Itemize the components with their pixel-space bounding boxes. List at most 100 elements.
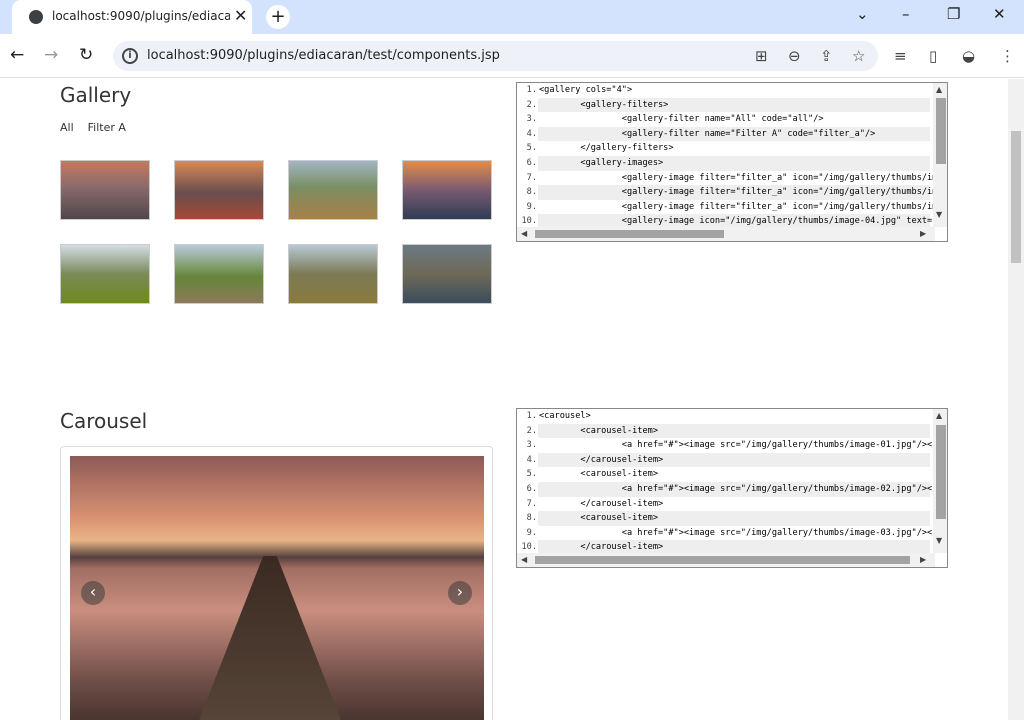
gallery-thumbnail[interactable] (402, 244, 492, 304)
back-icon[interactable]: ← (10, 45, 24, 65)
scroll-down-icon[interactable]: ▼ (936, 536, 942, 545)
scroll-up-icon[interactable]: ▲ (936, 411, 942, 420)
gallery-thumbnail[interactable] (174, 160, 264, 220)
scroll-left-icon[interactable]: ◀ (521, 229, 527, 238)
line-number: 5. (526, 469, 537, 480)
code-line: 4. <gallery-filter name="Filter A" code=… (517, 126, 935, 142)
code-line: 8. <carousel-item> (517, 511, 935, 526)
page-content: Gallery All Filter A 1. <gallery cols="4">… (0, 79, 1008, 720)
code-text: <gallery-image filter="filter_a" icon="/… (538, 185, 935, 200)
translate-icon[interactable]: ⊞ (755, 47, 768, 65)
vertical-scrollbar[interactable]: ▲ ▼ (933, 83, 947, 227)
globe-icon (29, 10, 43, 24)
profile-avatar[interactable]: ◒ (962, 47, 975, 65)
scrollbar-thumb[interactable] (936, 425, 946, 519)
code-text: <gallery cols="4"> (539, 85, 633, 95)
code-line: 2. <gallery-filters> (517, 97, 935, 113)
code-line: 7. </carousel-item> (517, 497, 935, 512)
line-number: 10. (521, 542, 537, 553)
carousel-next-button[interactable]: › (448, 581, 472, 605)
restore-icon[interactable]: ❐ (947, 5, 960, 23)
code-line: 1. <gallery cols="4"> (517, 83, 935, 98)
code-text: </carousel-item> (538, 540, 930, 553)
scroll-left-icon[interactable]: ◀ (521, 555, 527, 564)
browser-tab[interactable]: localhost:9090/plugins/ediacaran ✕ (12, 0, 252, 34)
reload-icon[interactable]: ↻ (79, 45, 93, 65)
url-text: localhost:9090/plugins/ediacaran/test/co… (147, 48, 500, 63)
pier-image (185, 556, 355, 720)
filter-a[interactable]: Filter A (88, 121, 126, 134)
code-text: <carousel-item> (539, 469, 658, 480)
gallery-thumbnail[interactable] (174, 244, 264, 304)
forward-icon[interactable]: → (44, 45, 58, 65)
gallery-thumbnail[interactable] (60, 160, 150, 220)
carousel: ‹ › (60, 446, 493, 720)
code-text: <a href="#"><image src="/img/gallery/thu… (539, 440, 935, 451)
gallery-thumbnail[interactable] (402, 160, 492, 220)
scroll-right-icon[interactable]: ▶ (920, 229, 926, 238)
side-panel-icon[interactable]: ▯ (929, 47, 937, 65)
code-text: <gallery-image filter="filter_a" icon="/… (539, 172, 935, 183)
code-text: </gallery-filters> (539, 143, 674, 154)
new-tab-button[interactable]: + (266, 5, 290, 29)
carousel-code-box[interactable]: 1. <carousel> 2. <carousel-item> 3. <a href… (516, 408, 948, 568)
code-line: 6. <gallery-images> (517, 155, 935, 171)
code-line: 8. <gallery-image filter="filter_a" icon… (517, 185, 935, 200)
code-text: <a href="#"><image src="/img/gallery/thu… (538, 481, 935, 497)
code-text: <gallery-filters> (538, 97, 930, 113)
code-text: <carousel> (539, 411, 591, 421)
scroll-right-icon[interactable]: ▶ (920, 555, 926, 564)
horizontal-scrollbar[interactable]: ◀ ▶ (517, 553, 935, 567)
carousel-slide-image: ‹ › (70, 456, 484, 720)
media-control-icon[interactable]: ≡ (894, 47, 907, 65)
vertical-scrollbar[interactable]: ▲ ▼ (933, 409, 947, 553)
code-text: <carousel-item> (538, 423, 930, 439)
code-line: 9. <a href="#"><image src="/img/gallery/… (517, 526, 935, 541)
tab-search-icon[interactable]: ⌄ (856, 5, 869, 23)
line-number: 1. (526, 85, 537, 95)
line-number: 4. (526, 454, 537, 465)
code-text: <gallery-image filter="filter_a" icon="/… (539, 201, 935, 212)
filter-all[interactable]: All (60, 121, 74, 134)
code-text: </carousel-item> (539, 498, 664, 509)
minimize-icon[interactable]: – (902, 5, 910, 23)
code-line: 3. <gallery-filter name="All" code="all"… (517, 112, 935, 127)
share-icon[interactable]: ⇪ (820, 47, 833, 65)
gallery-thumbnail[interactable] (288, 244, 378, 304)
gallery-thumbnail[interactable] (60, 244, 150, 304)
address-bar[interactable]: i localhost:9090/plugins/ediacaran/test/… (113, 41, 878, 71)
carousel-prev-button[interactable]: ‹ (81, 581, 105, 605)
line-number: 3. (526, 114, 537, 125)
close-tab-icon[interactable]: ✕ (234, 6, 247, 25)
scrollbar-thumb[interactable] (535, 230, 724, 238)
code-text: <a href="#"><image src="/img/gallery/thu… (539, 527, 935, 538)
horizontal-scrollbar[interactable]: ◀ ▶ (517, 227, 935, 241)
zoom-icon[interactable]: ⊖ (788, 47, 801, 65)
more-menu-icon[interactable]: ⋮ (1000, 47, 1015, 65)
line-number: 9. (526, 201, 537, 212)
line-number: 6. (526, 157, 537, 168)
scrollbar-thumb[interactable] (535, 556, 910, 564)
browser-toolbar: ← → ↻ i localhost:9090/plugins/ediacaran… (0, 34, 1024, 78)
gallery-code-box[interactable]: 1. <gallery cols="4"> 2. <gallery-filters>… (516, 82, 948, 242)
scroll-down-icon[interactable]: ▼ (936, 210, 942, 219)
scrollbar-thumb[interactable] (936, 98, 946, 164)
close-window-icon[interactable]: ✕ (993, 5, 1006, 23)
page-scrollbar[interactable] (1008, 79, 1024, 720)
line-number: 10. (521, 216, 537, 227)
carousel-title: Carousel (60, 409, 148, 433)
bookmark-star-icon[interactable]: ☆ (852, 47, 865, 65)
line-number: 8. (526, 187, 537, 198)
line-number: 2. (526, 425, 537, 436)
code-line: 1. <carousel> (517, 409, 935, 424)
code-line: 6. <a href="#"><image src="/img/gallery/… (517, 481, 935, 497)
gallery-thumbnail[interactable] (288, 160, 378, 220)
page-scrollbar-thumb[interactable] (1011, 131, 1021, 263)
code-line: 5. <carousel-item> (517, 467, 935, 482)
site-info-icon[interactable]: i (122, 48, 138, 64)
line-number: 6. (526, 483, 537, 494)
scroll-up-icon[interactable]: ▲ (936, 85, 942, 94)
line-number: 9. (526, 527, 537, 538)
code-line: 7. <gallery-image filter="filter_a" icon… (517, 171, 935, 186)
code-line: 9. <gallery-image filter="filter_a" icon… (517, 200, 935, 215)
